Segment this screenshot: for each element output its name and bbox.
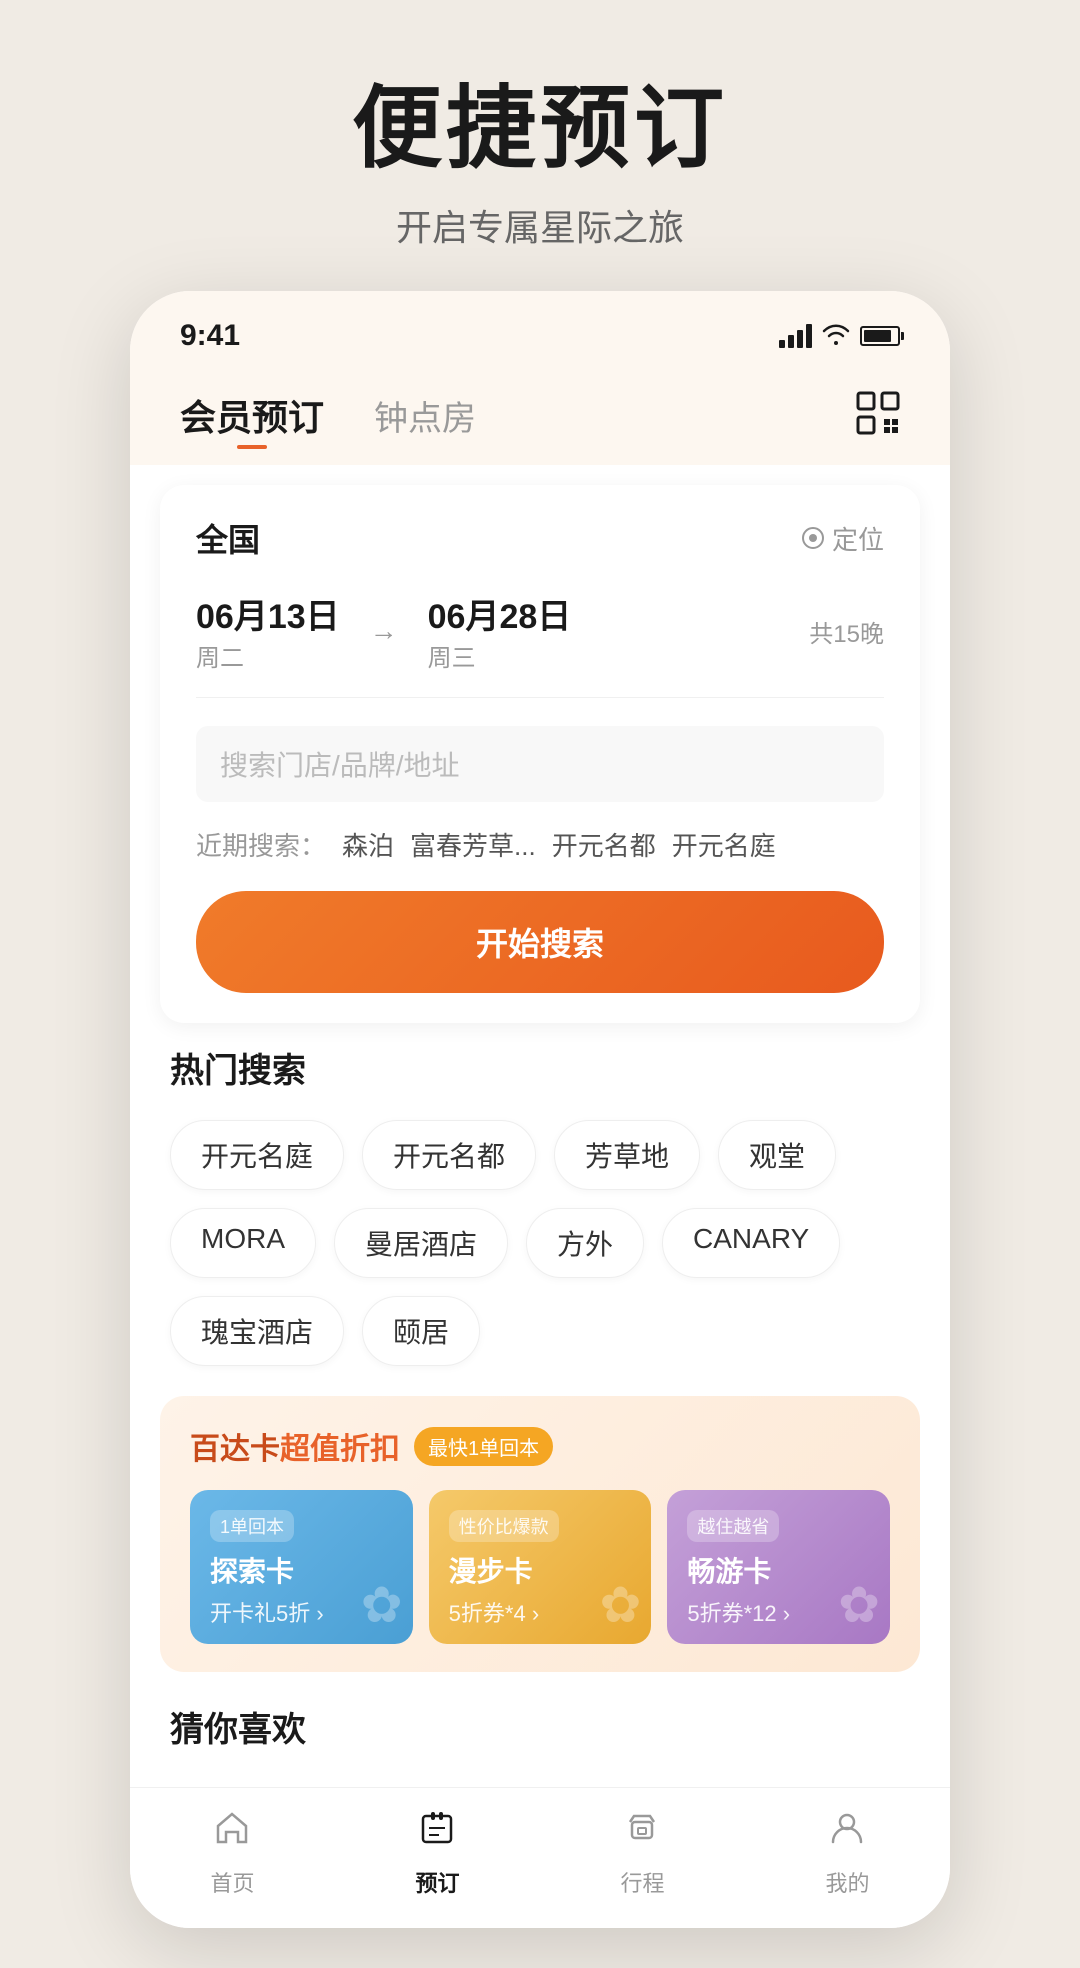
guess-section: 猜你喜欢 bbox=[130, 1692, 950, 1787]
location-button[interactable]: 定位 bbox=[802, 520, 884, 557]
hot-tag-6[interactable]: 方外 bbox=[526, 1208, 644, 1278]
promo-card-icon-1: ✿ bbox=[599, 1576, 641, 1634]
trip-label: 行程 bbox=[620, 1866, 664, 1898]
home-icon bbox=[212, 1808, 252, 1858]
promo-card-stroll[interactable]: 性价比爆款 漫步卡 5折券*4 › ✿ bbox=[429, 1490, 652, 1644]
hot-tag-1[interactable]: 开元名都 bbox=[362, 1120, 536, 1190]
status-bar: 9:41 bbox=[130, 291, 950, 369]
scan-button[interactable] bbox=[856, 391, 900, 440]
recent-label: 近期搜索： bbox=[196, 826, 326, 863]
battery-icon bbox=[860, 326, 900, 346]
location-dot-icon bbox=[802, 527, 824, 549]
date-arrow-icon: → bbox=[370, 615, 398, 647]
signal-icon bbox=[779, 324, 812, 348]
search-card: 全国 定位 06月13日 周二 → 06月28日 周三 共15晚 搜索门店/品牌… bbox=[160, 485, 920, 1023]
date-from: 06月13日 周二 bbox=[196, 589, 340, 673]
search-placeholder: 搜索门店/品牌/地址 bbox=[220, 744, 460, 784]
page-subtitle: 开启专属星际之旅 bbox=[352, 199, 728, 251]
recent-item-2[interactable]: 开元名都 bbox=[552, 826, 656, 863]
location-row: 全国 定位 bbox=[196, 515, 884, 561]
recent-item-0[interactable]: 森泊 bbox=[342, 826, 394, 863]
tab-member-booking[interactable]: 会员预订 bbox=[180, 389, 324, 441]
booking-label: 预订 bbox=[415, 1866, 459, 1898]
recent-item-3[interactable]: 开元名庭 bbox=[672, 826, 776, 863]
bottom-nav: 首页 预订 行程 bbox=[130, 1787, 950, 1928]
hot-search-section: 热门搜索 开元名庭 开元名都 芳草地 观堂 MORA 曼居酒店 方外 CANAR… bbox=[130, 1043, 950, 1366]
recent-search-row: 近期搜索： 森泊 富春芳草... 开元名都 开元名庭 bbox=[196, 826, 884, 863]
guess-title: 猜你喜欢 bbox=[170, 1702, 910, 1751]
promo-card-badge-1: 性价比爆款 bbox=[449, 1510, 559, 1542]
bottom-nav-booking[interactable]: 预订 bbox=[415, 1808, 459, 1898]
hot-tag-2[interactable]: 芳草地 bbox=[554, 1120, 700, 1190]
bottom-nav-profile[interactable]: 我的 bbox=[825, 1808, 869, 1898]
booking-icon bbox=[417, 1808, 457, 1858]
promo-title: 百达卡超值折扣 bbox=[190, 1424, 400, 1468]
hot-tag-5[interactable]: 曼居酒店 bbox=[334, 1208, 508, 1278]
date-to-main: 06月28日 bbox=[428, 589, 572, 638]
status-time: 9:41 bbox=[180, 319, 240, 353]
page-header: 便捷预订 开启专属星际之旅 bbox=[352, 0, 728, 291]
home-label: 首页 bbox=[210, 1866, 254, 1898]
status-icons bbox=[779, 321, 900, 352]
tab-hourly-room[interactable]: 钟点房 bbox=[374, 391, 476, 440]
date-row[interactable]: 06月13日 周二 → 06月28日 周三 共15晚 bbox=[196, 589, 884, 698]
hot-search-title: 热门搜索 bbox=[170, 1043, 910, 1092]
promo-card-travel[interactable]: 越住越省 畅游卡 5折券*12 › ✿ bbox=[667, 1490, 890, 1644]
promo-card-icon-0: ✿ bbox=[361, 1576, 403, 1634]
hot-tag-3[interactable]: 观堂 bbox=[718, 1120, 836, 1190]
phone-mockup: 9:41 会员预订 钟点房 bbox=[130, 291, 950, 1928]
date-from-main: 06月13日 bbox=[196, 589, 340, 638]
nights-count: 共15晚 bbox=[809, 614, 884, 649]
profile-label: 我的 bbox=[825, 1866, 869, 1898]
bottom-nav-home[interactable]: 首页 bbox=[210, 1808, 254, 1898]
promo-cards: 1单回本 探索卡 开卡礼5折 › ✿ 性价比爆款 漫步卡 5折券*4 › ✿ 越… bbox=[190, 1490, 890, 1644]
hot-tag-9[interactable]: 颐居 bbox=[362, 1296, 480, 1366]
search-button[interactable]: 开始搜索 bbox=[196, 891, 884, 993]
promo-card-explore[interactable]: 1单回本 探索卡 开卡礼5折 › ✿ bbox=[190, 1490, 413, 1644]
page-title: 便捷预订 bbox=[352, 80, 728, 179]
location-text: 全国 bbox=[196, 515, 260, 561]
hot-tag-7[interactable]: CANARY bbox=[662, 1208, 840, 1278]
promo-card-icon-2: ✿ bbox=[838, 1576, 880, 1634]
profile-icon bbox=[827, 1808, 867, 1858]
recent-item-1[interactable]: 富春芳草... bbox=[410, 826, 536, 863]
search-input-row[interactable]: 搜索门店/品牌/地址 bbox=[196, 726, 884, 802]
date-to-day: 周三 bbox=[428, 638, 572, 673]
promo-card-badge-2: 越住越省 bbox=[687, 1510, 779, 1542]
wifi-icon bbox=[822, 321, 850, 352]
promo-section: 百达卡超值折扣 最快1单回本 1单回本 探索卡 开卡礼5折 › ✿ 性价比爆款 … bbox=[160, 1396, 920, 1672]
nav-tabs-bar: 会员预订 钟点房 bbox=[130, 369, 950, 465]
promo-badge: 最快1单回本 bbox=[414, 1427, 553, 1466]
trip-icon bbox=[622, 1808, 662, 1858]
promo-card-badge-0: 1单回本 bbox=[210, 1510, 294, 1542]
location-label: 定位 bbox=[832, 520, 884, 557]
hot-search-tags: 开元名庭 开元名都 芳草地 观堂 MORA 曼居酒店 方外 CANARY 瑰宝酒… bbox=[170, 1120, 910, 1366]
date-from-day: 周二 bbox=[196, 638, 340, 673]
hot-tag-0[interactable]: 开元名庭 bbox=[170, 1120, 344, 1190]
date-to: 06月28日 周三 bbox=[428, 589, 572, 673]
hot-tag-8[interactable]: 瑰宝酒店 bbox=[170, 1296, 344, 1366]
hot-tag-4[interactable]: MORA bbox=[170, 1208, 316, 1278]
bottom-nav-trip[interactable]: 行程 bbox=[620, 1808, 664, 1898]
promo-header: 百达卡超值折扣 最快1单回本 bbox=[190, 1424, 890, 1468]
